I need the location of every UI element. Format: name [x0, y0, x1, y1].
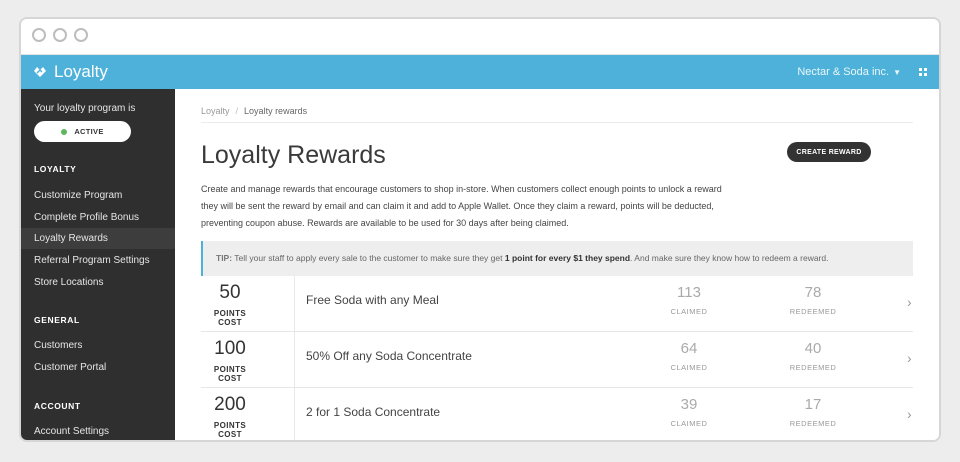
sidebar-item-referral-program-settings[interactable]: Referral Program Settings — [21, 250, 175, 271]
reward-points-value: 50 — [219, 282, 241, 303]
reward-row[interactable]: 200 POINTS COST 2 for 1 Soda Concentrate… — [201, 388, 913, 440]
sidebar-item-customize-program[interactable]: Customize Program — [21, 185, 175, 206]
reward-points-value: 100 — [214, 338, 246, 359]
reward-points-label: POINTS COST — [213, 365, 247, 383]
sidebar-item-store-locations[interactable]: Store Locations — [21, 272, 175, 293]
app-title: Loyalty — [54, 62, 108, 81]
sidebar-item-account-settings[interactable]: Account Settings — [21, 421, 175, 440]
reward-claimed-label: CLAIMED — [670, 307, 708, 316]
sidebar-section-loyalty: LOYALTY — [34, 164, 77, 174]
page-description: Create and manage rewards that encourage… — [201, 184, 722, 228]
apps-grid-icon[interactable] — [919, 68, 927, 76]
reward-redeemed-stat: 40 REDEEMED — [773, 340, 853, 372]
status-dot-icon — [61, 128, 68, 135]
reward-claimed-stat: 113 CLAIMED — [649, 284, 729, 316]
reward-points-cell: 200 POINTS COST — [201, 388, 295, 440]
reward-claimed-stat: 39 CLAIMED — [649, 396, 729, 428]
reward-name: Free Soda with any Meal — [306, 293, 439, 307]
breadcrumb-current: Loyalty rewards — [244, 106, 308, 116]
sidebar-item-loyalty-rewards[interactable]: Loyalty Rewards — [21, 228, 175, 249]
reward-points-cell: 100 POINTS COST — [201, 332, 295, 387]
loyalty-logo-icon — [34, 67, 46, 77]
app-header: Loyalty Nectar & Soda inc. ▼ — [21, 55, 939, 89]
reward-name: 50% Off any Soda Concentrate — [306, 349, 472, 363]
window-titlebar — [21, 19, 939, 55]
sidebar-item-customers[interactable]: Customers — [21, 335, 175, 356]
app-window: Loyalty Nectar & Soda inc. ▼ Your loyalty… — [19, 17, 941, 442]
reward-redeemed-value: 78 — [804, 284, 822, 301]
reward-row[interactable]: 100 POINTS COST 50% Off any Soda Concent… — [201, 332, 913, 388]
reward-redeemed-value: 40 — [804, 340, 822, 357]
reward-claimed-label: CLAIMED — [670, 363, 708, 372]
reward-points-label: POINTS COST — [213, 421, 247, 439]
reward-claimed-stat: 64 CLAIMED — [649, 340, 729, 372]
create-reward-button[interactable]: CREATE REWARD — [787, 142, 871, 162]
chevron-right-icon[interactable]: › — [907, 406, 912, 422]
sidebar-item-customer-portal[interactable]: Customer Portal — [21, 357, 175, 378]
page-title: Loyalty Rewards — [201, 141, 386, 169]
chevron-right-icon[interactable]: › — [907, 294, 912, 310]
divider — [201, 122, 913, 123]
tip-text-1: Tell your staff to apply every sale to t… — [234, 253, 503, 263]
reward-redeemed-label: REDEEMED — [789, 307, 837, 316]
breadcrumb-separator: / — [235, 106, 239, 116]
program-status-toggle[interactable]: ACTIVE — [34, 121, 131, 142]
tip-text-2: . And make sure they know how to redeem … — [630, 253, 829, 263]
reward-redeemed-stat: 78 REDEEMED — [773, 284, 853, 316]
reward-redeemed-value: 17 — [804, 396, 822, 413]
caret-down-icon: ▼ — [893, 68, 901, 77]
reward-claimed-label: CLAIMED — [670, 419, 708, 428]
reward-redeemed-stat: 17 REDEEMED — [773, 396, 853, 428]
reward-redeemed-label: REDEEMED — [789, 363, 837, 372]
reward-points-value: 200 — [214, 394, 246, 415]
tip-label: TIP: — [216, 253, 233, 263]
reward-points-cell: 50 POINTS COST — [201, 276, 295, 331]
sidebar-section-general: GENERAL — [34, 315, 80, 325]
company-switcher[interactable]: Nectar & Soda inc. ▼ — [797, 66, 901, 78]
brand[interactable]: Loyalty — [32, 62, 108, 82]
sidebar-section-account: ACCOUNT — [34, 401, 81, 411]
window-minimize-button[interactable] — [53, 28, 67, 42]
tip-banner: TIP: Tell your staff to apply every sale… — [201, 241, 913, 276]
reward-claimed-value: 64 — [680, 340, 698, 357]
breadcrumb-root-link[interactable]: Loyalty — [201, 106, 230, 116]
sidebar-item-complete-profile-bonus[interactable]: Complete Profile Bonus — [21, 207, 175, 228]
tip-bold-text: 1 point for every $1 they spend — [504, 253, 631, 263]
main-content: Loyalty / Loyalty rewards Loyalty Rewards … — [175, 89, 939, 440]
chevron-right-icon[interactable]: › — [907, 350, 912, 366]
reward-name: 2 for 1 Soda Concentrate — [306, 405, 441, 419]
reward-row[interactable]: 50 POINTS COST Free Soda with any Meal 1… — [201, 276, 913, 332]
reward-claimed-value: 39 — [680, 396, 698, 413]
window-maximize-button[interactable] — [74, 28, 88, 42]
breadcrumb: Loyalty / Loyalty rewards — [201, 106, 307, 116]
reward-points-label: POINTS COST — [213, 309, 247, 327]
company-name: Nectar & Soda inc. — [797, 66, 890, 78]
window-close-button[interactable] — [32, 28, 46, 42]
program-status-text: Your loyalty program is — [34, 103, 136, 114]
program-status-label: ACTIVE — [74, 127, 104, 136]
sidebar: Your loyalty program is ACTIVE LOYALTY C… — [21, 89, 175, 440]
reward-redeemed-label: REDEEMED — [789, 419, 837, 428]
reward-claimed-value: 113 — [677, 284, 701, 301]
